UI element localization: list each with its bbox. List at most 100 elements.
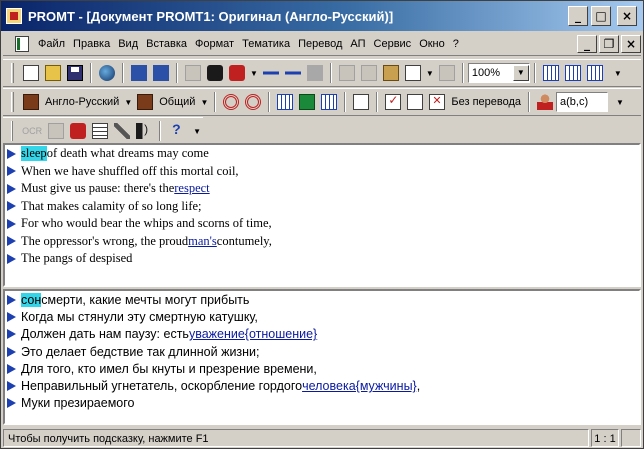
translation-line[interactable]: Когда мы стянули эту смертную катушку, — [5, 308, 639, 325]
context-help-icon[interactable] — [168, 121, 184, 139]
topic-dropdown[interactable]: Общий — [159, 96, 195, 108]
zoom-combobox[interactable]: 100% ▼ — [467, 63, 530, 83]
find-dropdown-icon[interactable]: ▼ — [250, 69, 258, 78]
toolbar-options-icon[interactable]: ▼ — [614, 69, 622, 78]
translation-line[interactable]: Должен дать нам паузу: есть уважение{отн… — [5, 326, 639, 343]
next-sentence-icon[interactable] — [284, 65, 301, 81]
user-icon[interactable] — [537, 94, 554, 110]
menu-service[interactable]: Сервис — [370, 38, 416, 50]
paste-icon[interactable] — [382, 65, 399, 81]
spellcheck-icon[interactable] — [185, 65, 201, 81]
translation-line[interactable]: сон смерти, какие мечты могут прибыть — [5, 291, 639, 308]
no-translate-button[interactable]: Без перевода — [451, 96, 521, 108]
translation-line[interactable]: Для того, кто имел бы кнуты и презрение … — [5, 360, 639, 377]
dictionary-edit-icon[interactable] — [299, 94, 316, 110]
paste-dropdown-icon[interactable]: ▼ — [426, 69, 434, 78]
toolbar-grip[interactable] — [11, 92, 14, 112]
dictionary-icon[interactable] — [277, 94, 294, 110]
sentence-marker-icon[interactable] — [7, 381, 16, 392]
menu-help[interactable]: ? — [449, 38, 463, 50]
new-document-icon[interactable] — [23, 65, 39, 81]
variant-word[interactable]: respect — [174, 181, 209, 196]
sentence-marker-icon[interactable] — [7, 236, 16, 247]
globe-icon[interactable] — [99, 65, 115, 81]
source-line[interactable]: When we have shuffled off this mortal co… — [5, 163, 639, 181]
format-field[interactable]: a(b,c) — [556, 92, 609, 112]
find-replace-icon[interactable] — [229, 65, 245, 81]
sentence-marker-icon[interactable] — [7, 201, 16, 212]
speaker-icon[interactable] — [136, 122, 153, 139]
sentence-marker-icon[interactable] — [7, 363, 16, 374]
sentence-marker-icon[interactable] — [7, 311, 16, 322]
target-icon[interactable] — [223, 94, 240, 110]
copy-icon[interactable] — [360, 65, 377, 81]
layout-single-icon[interactable] — [586, 65, 603, 81]
menu-file[interactable]: Файл — [34, 38, 69, 50]
menu-topic[interactable]: Тематика — [238, 38, 294, 50]
cut-icon[interactable] — [338, 65, 355, 81]
save-icon[interactable] — [67, 65, 83, 81]
document-icon[interactable] — [15, 35, 29, 52]
sentence-marker-icon[interactable] — [7, 346, 16, 357]
calculator-icon[interactable] — [92, 123, 109, 139]
find-icon[interactable] — [207, 65, 223, 81]
previous-sentence-icon[interactable] — [262, 65, 279, 81]
toolbar-options-icon[interactable]: ▼ — [616, 98, 624, 107]
doc-minimize-button[interactable]: _ — [577, 34, 597, 53]
source-line[interactable]: The oppressor's wrong, the proud man's c… — [5, 233, 639, 251]
notes-icon[interactable] — [407, 94, 424, 110]
doc-restore-button[interactable]: ❐ — [599, 34, 619, 53]
eraser-icon[interactable] — [438, 65, 455, 81]
toolbar-grip[interactable] — [11, 121, 14, 141]
variant-word[interactable]: man's — [188, 234, 217, 249]
scan-icon[interactable] — [48, 123, 65, 139]
translation-line[interactable]: Неправильный угнетатель, оскорбление гор… — [5, 377, 639, 394]
maximize-button[interactable]: □ — [591, 6, 611, 26]
pdf-icon[interactable] — [70, 123, 87, 139]
no-translate-icon[interactable] — [429, 94, 446, 110]
translation-text-pane[interactable]: сон смерти, какие мечты могут прибыть Ког… — [3, 289, 641, 425]
direction-chevron-icon[interactable]: ▼ — [124, 98, 132, 107]
paste-special-icon[interactable] — [404, 65, 421, 81]
toolbar-options-icon[interactable]: ▼ — [193, 127, 201, 136]
title-bar[interactable]: PROMT - [Документ PROMT1: Оригинал (Англ… — [1, 1, 643, 31]
source-line[interactable]: The pangs of despised — [5, 250, 639, 268]
promt-app-icon[interactable] — [6, 8, 22, 24]
variant-word[interactable]: человека{мужчины} — [302, 379, 417, 393]
menu-window[interactable]: Окно — [415, 38, 449, 50]
source-text-pane[interactable]: sleep of death what dreams may come When … — [3, 143, 641, 287]
sentence-marker-icon[interactable] — [7, 183, 16, 194]
source-line[interactable]: sleep of death what dreams may come — [5, 145, 639, 163]
layout-horizontal-icon[interactable] — [542, 65, 559, 81]
menu-edit[interactable]: Правка — [69, 38, 114, 50]
direction-dropdown[interactable]: Англо-Русский — [45, 96, 119, 108]
toolbar-grip[interactable] — [11, 63, 14, 83]
source-line[interactable]: Must give us pause: there's the respect — [5, 180, 639, 198]
wrench-icon[interactable] — [114, 123, 131, 139]
variant-word[interactable]: уважение{отношение} — [189, 327, 317, 341]
source-line[interactable]: That makes calamity of so long life; — [5, 198, 639, 216]
dictionary-list-icon[interactable] — [321, 94, 338, 110]
open-folder-icon[interactable] — [45, 65, 61, 81]
sentence-marker-icon[interactable] — [7, 253, 16, 264]
close-button[interactable]: × — [617, 6, 637, 26]
sentence-marker-icon[interactable] — [7, 148, 16, 159]
sentence-marker-icon[interactable] — [7, 398, 16, 409]
menu-translation[interactable]: Перевод — [294, 38, 346, 50]
topic-chevron-icon[interactable]: ▼ — [200, 98, 208, 107]
chevron-down-icon[interactable]: ▼ — [512, 65, 529, 81]
translation-line[interactable]: Это делает бедствие так длинной жизни; — [5, 343, 639, 360]
sentence-marker-icon[interactable] — [7, 218, 16, 229]
sentence-marker-icon[interactable] — [7, 166, 16, 177]
check-icon[interactable] — [385, 93, 402, 110]
translation-line[interactable]: Муки презираемого — [5, 395, 639, 412]
source-line[interactable]: For who would bear the whips and scorns … — [5, 215, 639, 233]
template-icon[interactable] — [353, 94, 370, 110]
menu-format[interactable]: Формат — [191, 38, 238, 50]
menu-ap[interactable]: АП — [346, 38, 369, 50]
ocr-button[interactable]: OCR — [22, 126, 42, 136]
layout-vertical-icon[interactable] — [564, 65, 581, 81]
sentence-marker-icon[interactable] — [7, 294, 16, 305]
menu-view[interactable]: Вид — [114, 38, 142, 50]
email-icon[interactable] — [306, 65, 323, 81]
